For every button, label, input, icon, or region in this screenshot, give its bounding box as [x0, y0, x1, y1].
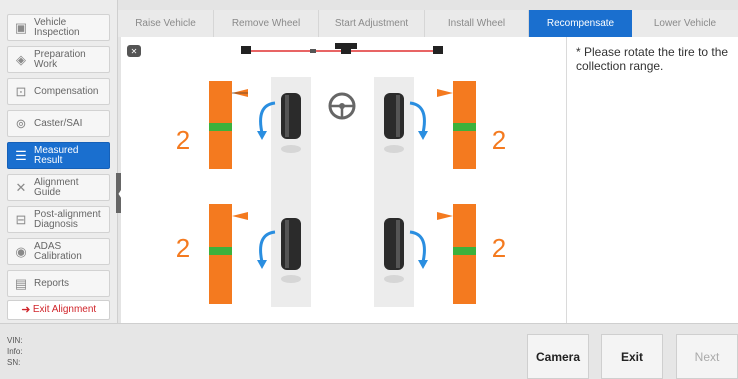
- rear-left-post: [209, 204, 248, 304]
- wrench-icon: ✕: [15, 179, 27, 195]
- step-lower-vehicle: Lower Vehicle: [653, 18, 717, 29]
- exit-button[interactable]: Exit: [601, 334, 663, 379]
- step-start-adjustment: Start Adjustment: [319, 10, 425, 37]
- car-icon: ⊟: [15, 211, 27, 227]
- rear-right-value: 2: [491, 233, 507, 263]
- measured-result-icon: ☰: [15, 147, 27, 163]
- alignment-app: ▣ Vehicle Inspection ◈ Preparation Work …: [0, 0, 738, 379]
- sidebar-item-vehicle-inspection[interactable]: ▣ Vehicle Inspection: [7, 14, 110, 41]
- wheel-diagram: [209, 43, 476, 307]
- vehicle-axle-bar: [241, 43, 443, 54]
- preparation-icon: ◈: [16, 51, 26, 67]
- sidebar: ▣ Vehicle Inspection ◈ Preparation Work …: [0, 0, 118, 323]
- step-raise-vehicle: Raise Vehicle: [118, 10, 214, 37]
- sidebar-item-preparation-work[interactable]: ◈ Preparation Work: [7, 46, 110, 73]
- sidebar-item-alignment-guide[interactable]: ✕ Alignment Guide: [7, 174, 110, 201]
- vin-label: VIN:: [7, 336, 23, 345]
- front-right-post: [437, 81, 476, 169]
- instruction-text: * Please rotate the tire to the collecti…: [576, 45, 729, 73]
- step-recompensate: Recompensate: [529, 10, 632, 37]
- instruction-panel: * Please rotate the tire to the collecti…: [566, 37, 738, 323]
- reports-icon: ▤: [14, 275, 28, 291]
- vehicle-info: VIN: Info: SN:: [7, 335, 23, 368]
- camera-button[interactable]: Camera: [527, 334, 589, 379]
- front-left-value: 2: [175, 125, 191, 155]
- sidebar-item-adas-calibration[interactable]: ◉ ADAS Calibration: [7, 238, 110, 265]
- step-remove-wheel: Remove Wheel: [214, 10, 319, 37]
- rear-right-post: [437, 204, 476, 304]
- sidebar-item-post-alignment-diagnosis[interactable]: ⊟ Post-alignment Diagnosis: [7, 206, 110, 233]
- compensation-icon: ⊡: [15, 83, 27, 99]
- rear-left-value: 2: [175, 233, 191, 263]
- front-left-post: [209, 81, 248, 169]
- exit-alignment-button[interactable]: ➜ Exit Alignment: [7, 300, 110, 320]
- adas-icon: ◉: [15, 243, 27, 259]
- steering-wheel-icon: [328, 92, 356, 120]
- caster-icon: ⊚: [15, 115, 27, 131]
- next-button[interactable]: Next: [676, 334, 738, 379]
- sidebar-item-measured-result[interactable]: ☰ Measured Result: [7, 142, 110, 169]
- exit-icon: ➜: [21, 304, 31, 316]
- vehicle-inspection-icon: ▣: [14, 19, 28, 35]
- sidebar-item-compensation[interactable]: ⊡ Compensation: [7, 78, 110, 105]
- front-right-value: 2: [491, 125, 507, 155]
- step-progress-bar: Raise Vehicle Remove Wheel Start Adjustm…: [118, 10, 738, 37]
- sidebar-item-caster-sai[interactable]: ⊚ Caster/SAI: [7, 110, 110, 137]
- info-label: Info:: [7, 347, 23, 356]
- sn-label: SN:: [7, 358, 21, 367]
- step-install-wheel: Install Wheel: [425, 10, 529, 37]
- sidebar-item-reports[interactable]: ▤ Reports: [7, 270, 110, 297]
